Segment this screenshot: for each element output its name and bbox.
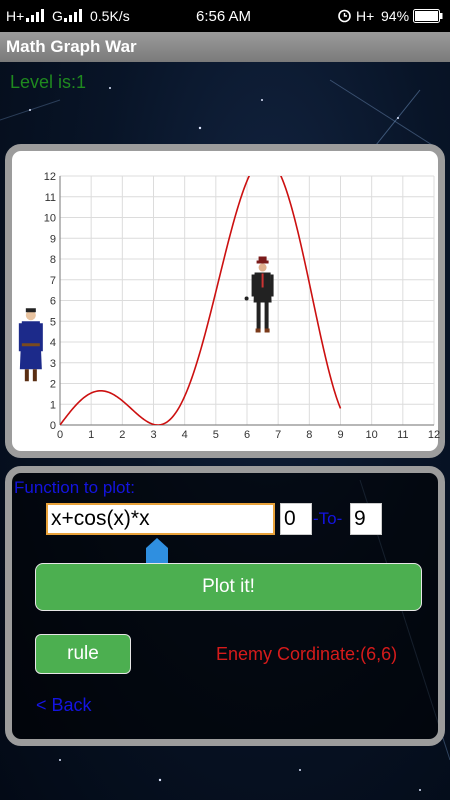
y-tick-label: 8 — [50, 254, 56, 266]
enemy-coordinate: Enemy Cordinate:(6,6) — [216, 644, 398, 664]
y-tick-label: 0 — [50, 420, 56, 432]
x-tick-label: 10 — [366, 429, 378, 441]
y-tick-label: 4 — [50, 337, 56, 349]
function-curve — [60, 176, 342, 425]
graph-chart: 0 1 2 3 4 5 6 7 8 9 10 11 120123456789101112 — [18, 171, 440, 441]
y-tick-label: 5 — [50, 316, 56, 328]
y-tick-label: 3 — [50, 358, 56, 370]
x-tick-label: 6 — [244, 429, 250, 441]
x-tick-label: 1 — [88, 429, 94, 441]
text-cursor-handle-icon[interactable] — [145, 537, 169, 565]
x-tick-label: 0 — [57, 429, 63, 441]
y-tick-label: 12 — [44, 171, 56, 183]
from-input[interactable] — [280, 503, 312, 535]
rule-button[interactable]: rule — [35, 634, 131, 674]
x-tick-label: 8 — [306, 429, 312, 441]
y-tick-label: 2 — [50, 379, 56, 391]
x-tick-label: 3 — [150, 429, 156, 441]
y-tick-label: 9 — [50, 233, 56, 245]
to-label: -To- — [313, 509, 343, 528]
x-tick-label: 7 — [275, 429, 281, 441]
x-tick-label: 5 — [213, 429, 219, 441]
y-tick-label: 7 — [50, 275, 56, 287]
y-tick-label: 1 — [50, 399, 56, 411]
x-tick-label: 4 — [182, 429, 188, 441]
y-tick-label: 11 — [45, 192, 56, 204]
plot-button[interactable]: Plot it! — [35, 563, 422, 611]
function-label: Function to plot: — [14, 478, 135, 497]
y-tick-label: 6 — [50, 296, 56, 308]
x-tick-label: 12 — [428, 429, 440, 441]
enemy-target-dot — [244, 296, 249, 301]
function-input[interactable] — [46, 503, 275, 535]
x-tick-label: 2 — [119, 429, 125, 441]
x-tick-label: 11 — [397, 429, 408, 441]
x-tick-label: 9 — [337, 429, 343, 441]
player-character — [18, 308, 43, 382]
y-tick-label: 10 — [44, 213, 56, 225]
back-link[interactable]: < Back — [36, 695, 92, 716]
to-input[interactable] — [350, 503, 382, 535]
